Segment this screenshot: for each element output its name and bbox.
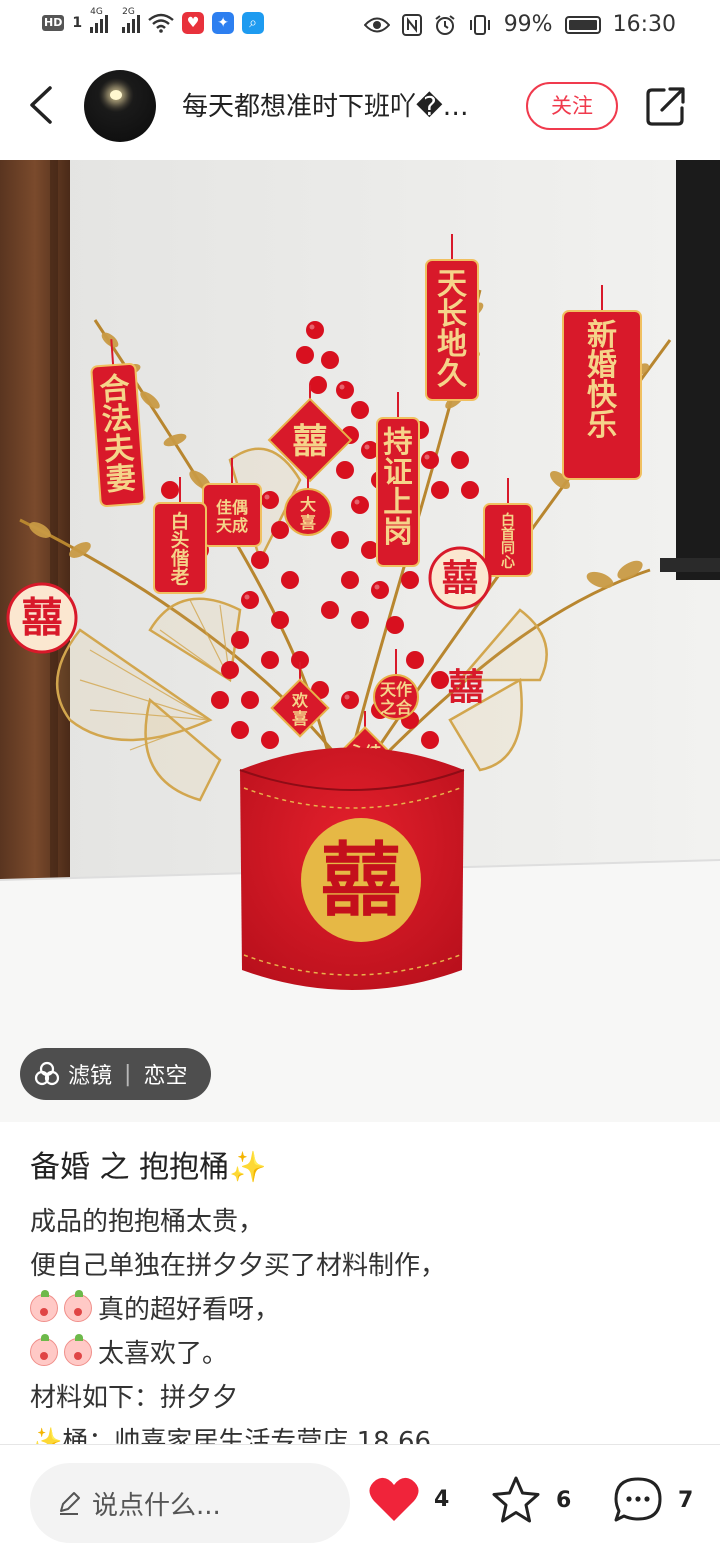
svg-text:持: 持 [383,425,412,459]
bouquet-bucket-illustration: 囍天长地久新婚快乐合法夫妻佳偶天成大喜持证上岗白头偕老白首同心天作之合永结同心欢… [0,160,720,1122]
app-notification-icon-red: ♥ [182,12,205,34]
filter-label: 滤镜 [68,1064,113,1089]
post-line-6-text: 桶：帅喜家居生活专营店 18.66 [62,1427,432,1444]
post-line-6: ✨桶：帅喜家居生活专营店 18.66 [30,1420,690,1444]
comment-placeholder: 说点什么... [92,1490,221,1521]
status-bar: HD 1 4G 2G ♥ ✦ ⌕ 99% 16:30 [0,0,720,52]
double-happiness-tag-3: 囍 [448,666,484,708]
svg-text:囍: 囍 [442,557,478,599]
back-arrow-icon[interactable] [22,82,62,128]
bottom-action-bar: 说点什么... 4 6 7 [0,1444,720,1561]
hd-badge: HD [42,15,65,31]
star-icon [492,1476,540,1523]
svg-text:天作: 天作 [380,680,412,699]
author-name[interactable]: 每天都想准时下班吖�… [182,86,512,123]
svg-text:欢: 欢 [291,691,309,710]
network-2g-label: 2G [122,7,135,17]
svg-text:上: 上 [383,485,412,519]
post-line-4-text: 太喜欢了。 [98,1339,229,1369]
app-notification-icon-bulb: ✦ [212,12,235,34]
battery-icon [564,15,601,34]
post-photo[interactable]: 囍天长地久新婚快乐合法夫妻佳偶天成大喜持证上岗白头偕老白首同心天作之合永结同心欢… [0,160,720,1122]
pencil-icon [60,1492,80,1515]
peach-emoji-icon [64,1334,92,1366]
sparkles-icon: ✨ [229,1150,267,1185]
comment-bubble-icon [614,1477,662,1522]
gift-tag-7: 持证上岗 [376,392,420,567]
wifi-icon [148,13,174,33]
peach-emoji-icon [64,1290,92,1322]
filter-icon [34,1061,60,1086]
author-avatar[interactable] [84,70,156,142]
peach-emoji-icon [30,1290,58,1322]
svg-text:证: 证 [383,455,412,489]
post-line-1: 成品的抱抱桶太贵， [30,1207,265,1237]
svg-text:佳偶: 佳偶 [216,498,248,517]
sparkles-icon: ✨ [30,1427,63,1444]
follow-button[interactable]: 关注 [526,82,618,130]
battery-percent: 99% [503,12,553,37]
post-title-text: 备婚 之 抱抱桶 [30,1150,230,1185]
svg-text:大: 大 [300,495,316,514]
svg-text:之合: 之合 [380,698,413,717]
like-button[interactable]: 4 [368,1475,449,1523]
collect-count: 6 [556,1487,572,1513]
svg-text:囍: 囍 [22,594,63,642]
post-line-3-text: 真的超好看呀， [98,1295,281,1325]
post-body: 成品的抱抱桶太贵， 便自己单独在拼夕夕买了材料制作， 真的超好看呀， 太喜欢了。… [30,1200,690,1444]
post-line-4: 太喜欢了。 [30,1332,690,1376]
post-line-3: 真的超好看呀， [30,1288,690,1332]
post-content: 备婚 之 抱抱桶✨ 成品的抱抱桶太贵， 便自己单独在拼夕夕买了材料制作， 真的超… [0,1122,720,1444]
app-notification-icon-search: ⌕ [242,12,265,34]
alarm-icon [435,14,455,35]
double-happiness-tag-1: 囍 [6,582,78,654]
sim-slot-label: 1 [72,15,83,31]
nfc-icon [401,13,422,36]
double-happiness-tag-2: 囍 [428,546,492,610]
post-title: 备婚 之 抱抱桶✨ [30,1142,266,1186]
svg-text:天成: 天成 [216,516,248,535]
eye-icon [363,17,390,32]
svg-text:囍: 囍 [321,833,401,927]
peach-emoji-icon [30,1334,58,1366]
comment-input[interactable]: 说点什么... [30,1463,350,1543]
svg-text:乐: 乐 [587,408,617,443]
svg-text:喜: 喜 [300,513,316,532]
post-line-5: 材料如下：拼夕夕 [30,1383,239,1413]
svg-text:妻: 妻 [105,461,137,498]
svg-text:囍: 囍 [448,666,484,708]
svg-text:囍: 囍 [293,421,328,462]
heart-icon [369,1477,419,1521]
post-header: 每天都想准时下班吖�… 关注 [0,52,720,160]
svg-text:岗: 岗 [383,515,412,549]
share-icon[interactable] [644,84,688,128]
svg-text:老: 老 [171,566,190,588]
gift-tag-3: 新婚快乐 [562,285,642,480]
comment-count: 7 [678,1487,694,1513]
svg-text:心: 心 [501,555,515,571]
like-count: 4 [434,1486,450,1512]
svg-text:喜: 喜 [292,709,308,728]
comment-button[interactable]: 7 [612,1475,693,1525]
vibrate-icon [469,14,490,35]
filter-badge[interactable]: 滤镜 | 恋空 [20,1048,212,1100]
filter-name: 恋空 [143,1064,188,1089]
signal-2g-icon: 2G [122,7,141,33]
collect-button[interactable]: 6 [490,1475,571,1525]
clock: 16:30 [612,12,676,37]
signal-4g-icon: 4G [90,7,109,33]
svg-text:久: 久 [437,357,467,392]
post-line-2: 便自己单独在拼夕夕买了材料制作， [30,1251,447,1281]
network-4g-label: 4G [90,7,103,17]
